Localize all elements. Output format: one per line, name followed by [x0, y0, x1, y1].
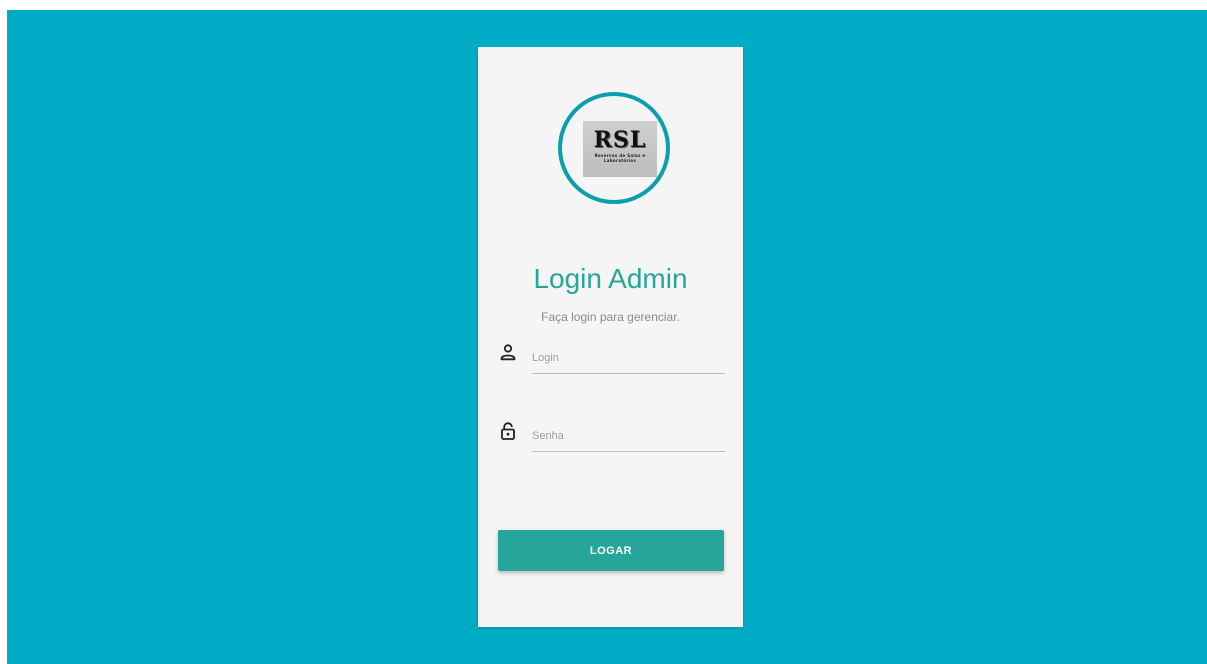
page-background: RSL Reservas de Salas e Laboratórios Log…	[7, 10, 1207, 664]
logo-tagline: Reservas de Salas e Laboratórios	[594, 153, 646, 163]
password-input[interactable]	[532, 421, 725, 452]
login-button[interactable]: LOGAR	[498, 530, 724, 571]
logo-mark: RSL	[593, 127, 647, 153]
lock-icon	[498, 421, 518, 441]
password-field	[498, 421, 725, 455]
page-title: Login Admin	[533, 263, 688, 294]
login-card: RSL Reservas de Salas e Laboratórios Log…	[478, 47, 743, 627]
logo-ring: RSL Reservas de Salas e Laboratórios	[558, 92, 670, 204]
person-icon	[498, 343, 518, 363]
logo: RSL Reservas de Salas e Laboratórios	[583, 121, 657, 177]
page-subtitle: Faça login para gerenciar.	[541, 310, 680, 324]
login-field	[498, 343, 725, 377]
login-input[interactable]	[532, 343, 725, 374]
